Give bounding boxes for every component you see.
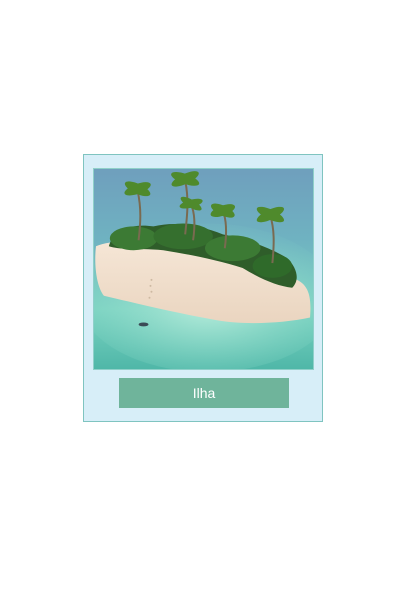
island-illustration <box>94 169 313 369</box>
island-photo[interactable] <box>93 168 314 370</box>
image-card: Ilha <box>83 154 323 422</box>
ilha-label-button[interactable]: Ilha <box>119 378 289 408</box>
